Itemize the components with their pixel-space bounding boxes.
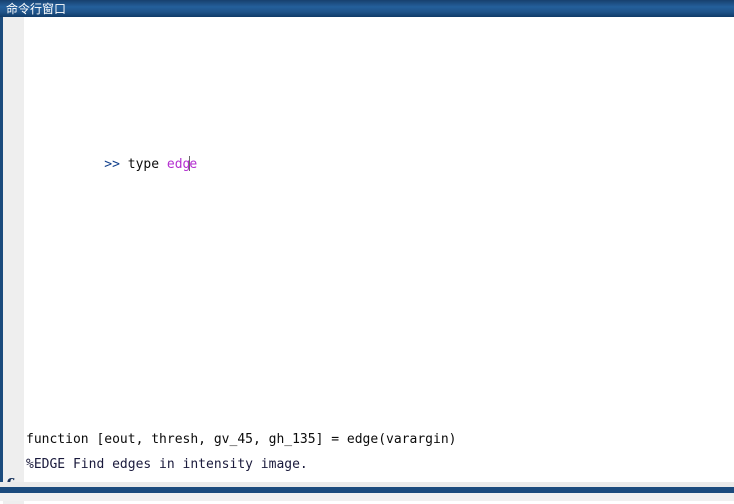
code-line: %EDGE Find edges in intensity image.: [26, 452, 734, 477]
command-window-frame: >> type edge function [eout, thresh, gv_…: [0, 17, 734, 504]
window-title-bar: 命令行窗口: [0, 0, 734, 17]
command-output-surface[interactable]: >> type edge function [eout, thresh, gv_…: [24, 17, 734, 490]
command-output-text: >> type edge function [eout, thresh, gv_…: [26, 27, 734, 490]
command-argument-head: edg: [166, 157, 191, 172]
code-line-text: %EDGE Find edges in intensity image.: [26, 457, 308, 472]
command-argument-tail: e: [189, 157, 198, 172]
window-title: 命令行窗口: [6, 1, 67, 16]
command-prompt-line[interactable]: >> type edge: [26, 127, 734, 172]
left-gutter: [3, 17, 24, 490]
prompt-symbol: >>: [104, 157, 128, 172]
code-line-text: function [eout, thresh, gv_45, gh_135] =…: [26, 432, 457, 447]
code-line-list: function [eout, thresh, gv_45, gh_135] =…: [26, 427, 734, 490]
bottom-filler: [0, 493, 734, 501]
code-line: function [eout, thresh, gv_45, gh_135] =…: [26, 427, 734, 452]
command-name: type: [127, 157, 167, 172]
command-window: 命令行窗口 >> type edge function [eout, thres…: [0, 0, 734, 504]
